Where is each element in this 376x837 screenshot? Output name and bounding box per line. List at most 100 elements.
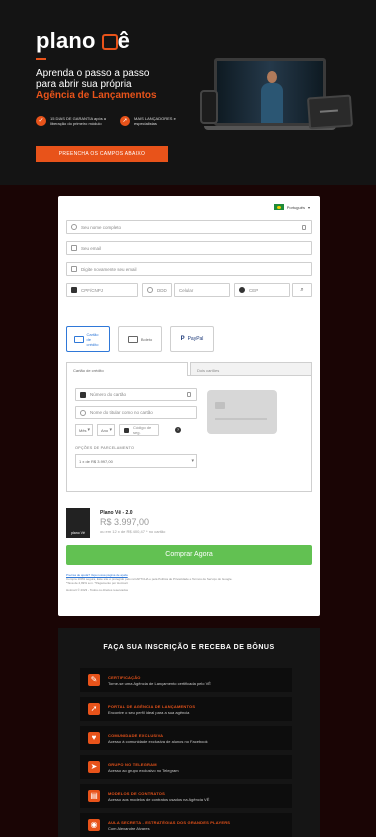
cvv-field[interactable]: Código de seg.	[119, 424, 159, 436]
installments-select[interactable]: 1 x de R$ 3.997,00	[75, 454, 197, 468]
fullname-field[interactable]: Seu nome completo	[66, 220, 312, 234]
chip-icon	[215, 402, 225, 409]
cep-field[interactable]: CEP	[234, 283, 290, 297]
phone-field[interactable]: Celular	[174, 283, 230, 297]
product-name: Plano Vê - 2.0	[100, 510, 133, 516]
bonus-section: FAÇA SUA INSCRIÇÃO E RECEBA DE BÔNUS ✎ CE…	[58, 628, 320, 837]
devices-illustration	[200, 50, 354, 150]
pay-paypal-option[interactable]: P PayPal	[170, 326, 214, 352]
bonus-item-title: CERTIFICAÇÃO	[108, 674, 141, 680]
launchers-text: MAIS LANÇADORES e especialistas	[134, 116, 176, 126]
cvv-placeholder: Código de seg.	[133, 425, 152, 435]
hero-headline: Aprenda o passo a passo para abrir sua p…	[36, 68, 206, 101]
envelope-icon	[71, 245, 77, 251]
thumb-icon: ♥	[88, 732, 100, 744]
brazil-flag-icon	[273, 204, 284, 210]
fill-fields-button[interactable]: PREENCHA OS CAMPOS ABAIXO	[36, 146, 168, 162]
bonus-item-desc: Acesso ao grupo exclusivo no Telegram	[108, 767, 179, 773]
brand-mark-icon	[101, 34, 118, 50]
bonus-text: PORTAL DE AGÊNCIA DE LANÇAMENTOS Encontre…	[108, 704, 195, 715]
phone-placeholder: Celular	[179, 287, 194, 293]
certificate-icon: ✎	[88, 674, 100, 686]
bonus-item: ♥ COMUNIDADE EXCLUSIVA Acesso à comunidade…	[80, 726, 292, 750]
tab-two-cards[interactable]: Dois cartões	[190, 362, 312, 376]
bonus-text: COMUNIDADE EXCLUSIVA Acesso à comunidade …	[108, 733, 208, 744]
email-confirm-placeholder: Digite novamente seu email	[81, 266, 137, 272]
year-select[interactable]: Ano	[97, 424, 115, 436]
pay-card-option[interactable]: Cartão de crédito	[66, 326, 110, 352]
bonus-title: FAÇA SUA INSCRIÇÃO E RECEBA DE BÔNUS	[103, 644, 275, 651]
guarantee-badge: ✓ 15 DIAS DE GARANTIA após a liberação d…	[36, 116, 108, 126]
bonus-item-title: PORTAL DE AGÊNCIA DE LANÇAMENTOS	[108, 703, 196, 709]
help-icon[interactable]: ?	[175, 427, 181, 433]
email-confirm-field[interactable]: Digite novamente seu email	[66, 262, 312, 276]
user-icon	[71, 224, 77, 230]
telegram-icon: ➤	[88, 761, 100, 773]
tab-credit-card[interactable]: Cartão de crédito	[66, 362, 188, 376]
bonus-item: ◉ AULA SECRETA - ESTRATÉGIAS DOS GRANDES …	[80, 813, 292, 837]
headline-highlight: Agência de Lançamentos	[36, 90, 157, 101]
rate-notice: *Taxa de 2,99% a.m. *Pagamento por Hotma…	[66, 581, 128, 585]
tablet-image	[306, 94, 354, 130]
language-label: Português	[286, 204, 305, 210]
headline-line-2: para abrir sua própria	[36, 79, 132, 90]
product-summary: plano Vê Plano Vê - 2.0 R$ 3.997,00 ou e…	[66, 508, 312, 542]
pay-boleto-option[interactable]: Boleto	[118, 326, 162, 352]
ddd-placeholder: DDD	[157, 287, 167, 293]
pay-boleto-label: Boleto	[140, 336, 153, 342]
search-icon: ⌕	[300, 286, 304, 293]
bonus-item: ✎ CERTIFICAÇÃO Torne-se uma Agência de Lan…	[80, 668, 292, 692]
bonus-item: ▤ MODELOS DE CONTRATOS Acesso aos modelos …	[80, 784, 292, 808]
month-value: Mês	[79, 427, 87, 433]
hero-badges: ✓ 15 DIAS DE GARANTIA após a liberação d…	[36, 116, 192, 126]
bonus-text: CERTIFICAÇÃO Torne-se uma Agência de Lanç…	[108, 675, 211, 686]
email-field[interactable]: Seu email	[66, 241, 312, 255]
ddd-field[interactable]: DDD	[142, 283, 172, 297]
card-preview	[207, 390, 277, 434]
bonus-item-desc: Encontre o seu perfil ideal para a sua a…	[108, 709, 190, 715]
bonus-item-title: MODELOS DE CONTRATOS	[108, 790, 165, 796]
user-icon	[80, 409, 86, 416]
product-price: R$ 3.997,00	[100, 517, 150, 527]
cpf-placeholder: CPF/CNPJ	[81, 287, 104, 293]
brand-logo: plano ê	[36, 28, 130, 54]
document-icon: ▤	[88, 790, 100, 802]
brand-suffix: ê	[117, 28, 131, 53]
payment-methods: Cartão de crédito Boleto P PayPal	[66, 326, 214, 352]
barcode-icon	[127, 335, 138, 343]
headline-line-1: Aprenda o passo a passo	[36, 68, 150, 79]
rocket-icon: ➚	[88, 703, 100, 715]
card-holder-placeholder: Nome do titular como no cartão	[90, 410, 153, 415]
envelope-icon	[71, 266, 77, 272]
product-installments: ou em 12 x de R$ 400,47 * no cartão	[100, 529, 166, 534]
checkout-form: Português ▾ Seu nome completo Seu email …	[58, 196, 320, 616]
bonus-item-title: COMUNIDADE EXCLUSIVA	[108, 732, 164, 738]
month-select[interactable]: Mês	[75, 424, 93, 436]
bonus-text: AULA SECRETA - ESTRATÉGIAS DOS GRANDES P…	[108, 820, 230, 831]
phone-icon	[147, 287, 153, 293]
installments-label: OPÇÕES DE PARCELAMENTO	[75, 446, 135, 450]
id-card-icon	[302, 225, 306, 230]
copyright: Hotmart © 2023 - Todos os direitos reser…	[66, 588, 129, 592]
brand-name: plano	[36, 28, 96, 53]
cpf-field[interactable]: CPF/CNPJ	[66, 283, 138, 297]
card-number-field[interactable]: Número do cartão	[75, 388, 197, 401]
instructor-image	[261, 71, 283, 123]
product-thumbnail: plano Vê	[66, 508, 90, 538]
pay-paypal-label: PayPal	[187, 336, 204, 342]
cep-search-button[interactable]: ⌕	[292, 283, 312, 297]
installments-value: 1 x de R$ 3.997,00	[79, 458, 113, 464]
bonus-item: ➚ PORTAL DE AGÊNCIA DE LANÇAMENTOS Encontr…	[80, 697, 292, 721]
language-selector[interactable]: Português ▾	[273, 204, 310, 210]
credit-card-icon	[73, 335, 84, 343]
chevron-down-icon: ▾	[307, 204, 310, 210]
bonus-text: MODELOS DE CONTRATOS Acesso aos modelos d…	[108, 791, 209, 802]
secret-icon: ◉	[88, 819, 100, 831]
hero-banner: plano ê Aprenda o passo a passo para abri…	[0, 0, 376, 185]
bonus-item: ➤ GRUPO NO TELEGRAM Acesso ao grupo exclus…	[80, 755, 292, 779]
cep-placeholder: CEP	[249, 287, 259, 293]
card-holder-field[interactable]: Nome do titular como no cartão	[75, 406, 197, 419]
thumb-label: plano Vê	[71, 531, 85, 535]
accent-divider	[36, 58, 46, 60]
buy-now-button[interactable]: Comprar Agora	[66, 545, 312, 565]
